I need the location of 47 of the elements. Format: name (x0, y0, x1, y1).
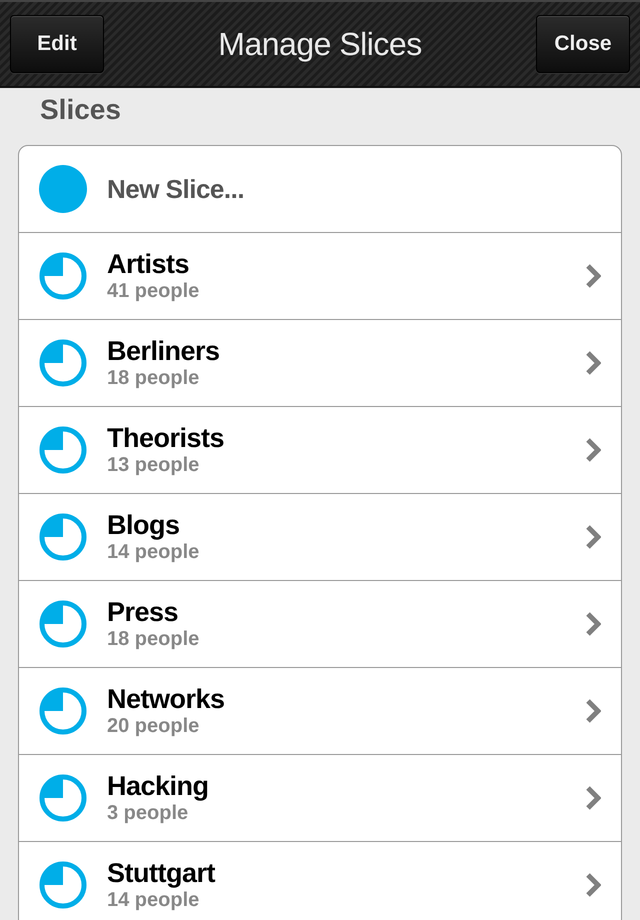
close-button[interactable]: Close (536, 15, 630, 73)
pie-chart-icon (39, 861, 87, 909)
slice-row[interactable]: Blogs 14 people (19, 493, 621, 580)
chevron-right-icon (585, 350, 601, 376)
slice-name: Berliners (107, 336, 221, 367)
people-count: 13 people (107, 454, 200, 477)
people-count: 18 people (107, 628, 200, 651)
window-title: Manage Slices (218, 26, 422, 62)
slice-name: Networks (107, 684, 226, 715)
people-count: 3 people (107, 802, 190, 825)
pie-chart-icon (39, 687, 87, 735)
chevron-right-icon (585, 785, 601, 811)
slice-name: Artists (107, 249, 190, 280)
circle-icon (39, 165, 87, 213)
chevron-right-icon (585, 263, 601, 289)
section-title: Slices (39, 93, 122, 127)
chevron-right-icon (585, 611, 601, 637)
slice-name: Press (107, 597, 180, 628)
slice-name: New Slice... (107, 174, 246, 204)
slice-row[interactable]: Artists 41 people (19, 232, 621, 319)
new-slice-row[interactable]: New Slice... (19, 146, 621, 232)
slice-row[interactable]: Stuttgart 14 people (19, 841, 621, 920)
slice-name: Blogs (107, 510, 181, 541)
pie-chart-icon (39, 774, 87, 822)
slice-row[interactable]: Press 18 people (19, 580, 621, 667)
edit-button[interactable]: Edit (10, 15, 104, 73)
pie-chart-icon (39, 252, 87, 300)
pie-chart-icon (39, 339, 87, 387)
slice-row[interactable]: Networks 20 people (19, 667, 621, 754)
slice-name: Hacking (107, 771, 210, 802)
pie-chart-icon (39, 426, 87, 474)
chevron-right-icon (585, 872, 601, 898)
slice-name: Stuttgart (107, 858, 216, 889)
pie-chart-icon (39, 513, 87, 561)
people-count: 14 people (107, 541, 200, 564)
slice-name: Theorists (107, 423, 226, 454)
people-count: 14 people (107, 889, 200, 912)
chevron-right-icon (585, 524, 601, 550)
slice-row[interactable]: Berliners 18 people (19, 319, 621, 406)
chevron-right-icon (585, 437, 601, 463)
people-count: 41 people (107, 280, 200, 303)
slice-row[interactable]: Theorists 13 people (19, 406, 621, 493)
pie-chart-icon (39, 600, 87, 648)
people-count: 20 people (107, 715, 200, 738)
people-count: 18 people (107, 367, 200, 390)
slice-row[interactable]: Hacking 3 people (19, 754, 621, 841)
chevron-right-icon (585, 698, 601, 724)
